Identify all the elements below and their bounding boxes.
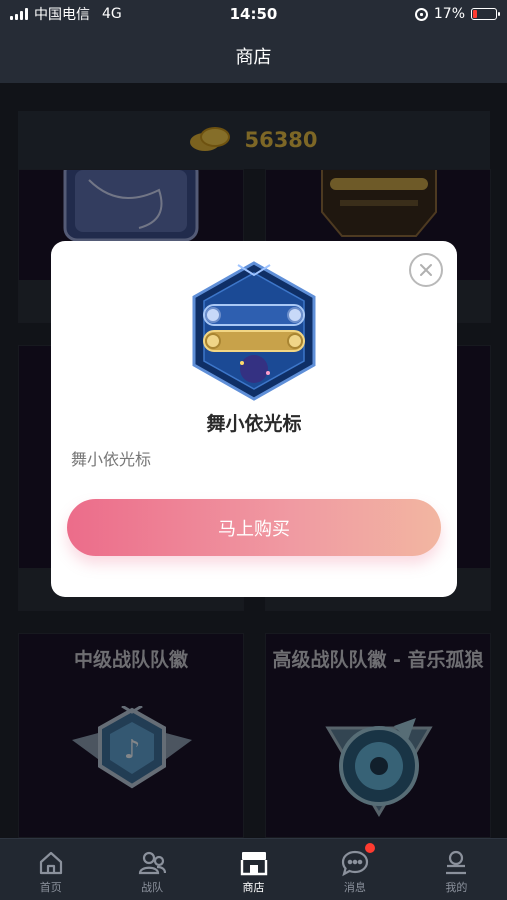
signal-icon [10,8,28,20]
message-icon [341,850,369,877]
purchase-dialog: 舞小依光标 舞小依光标 马上购买 [51,241,457,597]
network-label: 4G [102,6,122,22]
store-icon [240,852,267,876]
profile-icon [446,850,467,875]
tab-profile[interactable]: 我的 [406,839,507,900]
cursor-item-image [192,261,316,401]
battery-icon [471,8,500,20]
tab-store[interactable]: 商店 [203,839,304,900]
tab-label: 首页 [39,881,62,894]
battery-percent: 17% [433,6,465,22]
item-description: 舞小依光标 [71,450,152,469]
tab-home[interactable]: 首页 [0,839,101,900]
orientation-lock-icon [414,7,428,21]
home-icon [39,851,62,875]
notification-dot [365,843,376,853]
tab-label: 战队 [141,881,164,894]
close-icon [420,264,432,276]
tab-label: 商店 [242,881,265,894]
page-title: 商店 [235,46,272,68]
carrier-label: 中国电信 [34,7,90,23]
tab-bar: 首页 战队 商店 消息 我的 [0,838,507,900]
tab-label: 消息 [343,881,366,894]
item-name: 舞小依光标 [206,413,302,435]
tab-messages[interactable]: 消息 [304,839,405,900]
close-button[interactable] [409,253,443,287]
tab-label: 我的 [445,881,468,894]
status-bar: 中国电信 4G 14:50 17% [0,0,507,28]
buy-now-button[interactable]: 马上购买 [67,499,441,556]
tab-team[interactable]: 战队 [101,839,202,900]
nav-bar: 商店 [0,28,507,83]
battery-level [473,10,477,18]
team-icon [139,851,167,875]
